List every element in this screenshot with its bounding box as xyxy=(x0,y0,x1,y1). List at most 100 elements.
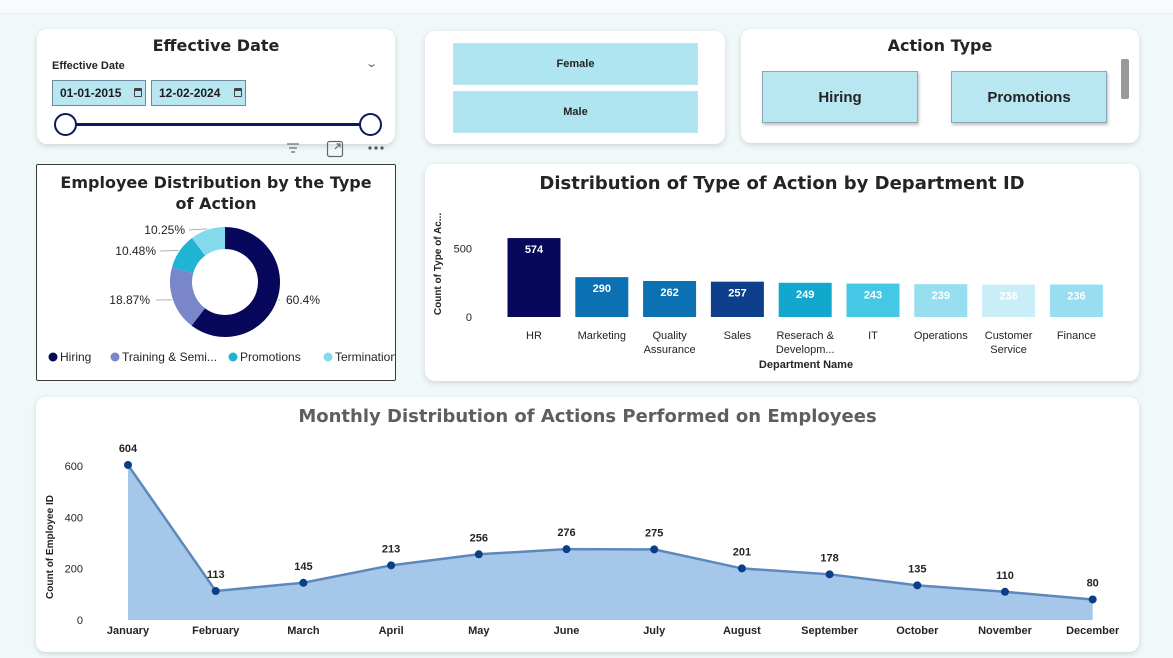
line-y-axis-label: Count of Employee ID xyxy=(45,495,56,599)
action-option-hiring[interactable]: Hiring xyxy=(762,71,918,123)
line-x-tick-label-4: May xyxy=(468,625,490,637)
filter-icon[interactable] xyxy=(284,140,302,159)
line-y-tick-label-0: 0 xyxy=(77,615,83,627)
legend-label-3: Termination xyxy=(335,350,395,364)
bar-data-label-2: 262 xyxy=(660,287,678,299)
line-data-label-2: 145 xyxy=(294,561,312,573)
line-y-tick-label-2: 400 xyxy=(65,512,83,524)
line-point-0 xyxy=(124,460,132,469)
line-data-label-5: 276 xyxy=(557,527,575,539)
line-x-tick-label-7: August xyxy=(723,625,761,637)
donut-slice-1 xyxy=(170,267,206,326)
line-x-tick-label-2: March xyxy=(287,625,320,637)
line-x-tick-label-8: September xyxy=(801,625,859,637)
legend-label-2: Promotions xyxy=(240,350,301,364)
bar-data-label-0: 574 xyxy=(525,244,544,256)
slicer-scrollbar[interactable] xyxy=(1121,59,1129,99)
more-options-icon[interactable] xyxy=(366,140,386,159)
bar-data-label-8: 236 xyxy=(1067,291,1085,303)
date-slicer-title: Effective Date xyxy=(152,36,280,55)
donut-data-label-2: 10.48% xyxy=(115,244,156,258)
line-point-11 xyxy=(1088,595,1097,604)
focus-mode-icon[interactable] xyxy=(326,140,344,161)
bar-x-tick-label-0: HR xyxy=(526,330,542,342)
bar-x-tick-label-1: Marketing xyxy=(578,330,626,342)
date-range-track[interactable] xyxy=(66,123,371,126)
calendar-icon[interactable] xyxy=(234,88,242,97)
line-data-label-1: 113 xyxy=(207,569,225,581)
line-point-3 xyxy=(387,561,396,570)
line-x-tick-label-0: January xyxy=(107,625,150,637)
legend-marker-1 xyxy=(110,352,120,362)
bar-y-tick-label-0: 0 xyxy=(466,312,472,324)
line-point-8 xyxy=(825,570,834,579)
slider-start-handle[interactable] xyxy=(54,113,77,136)
line-point-7 xyxy=(737,564,746,573)
visual-toolbar xyxy=(284,140,394,158)
area-chart: 0 200 400 600 Count of Employee ID 604 January… xyxy=(45,443,1120,637)
bar-data-label-4: 249 xyxy=(796,289,814,301)
donut-slice-2 xyxy=(171,238,206,274)
start-date-value: 01-01-2015 xyxy=(60,86,122,100)
calendar-icon[interactable] xyxy=(134,88,142,97)
line-x-tick-label-9: October xyxy=(896,625,939,637)
line-point-10 xyxy=(1001,587,1009,596)
line-point-9 xyxy=(913,581,922,590)
line-data-label-6: 275 xyxy=(645,527,663,539)
area-fill xyxy=(128,464,1093,620)
end-date-value: 12-02-2024 xyxy=(159,86,221,100)
line-point-1 xyxy=(211,586,220,595)
date-field-label: Effective Date xyxy=(52,60,125,72)
action-type-title: Action Type xyxy=(887,36,993,55)
date-slicer-card: Effective Date Effective Date ⌄ 01-01-20… xyxy=(37,29,395,144)
gender-option-female[interactable]: Female xyxy=(453,43,698,85)
gender-slicer-card: Female Male xyxy=(425,31,725,144)
line-data-label-7: 201 xyxy=(733,546,751,558)
bar-x-tick-label-8: Finance xyxy=(1057,330,1096,342)
donut-leader-line-2 xyxy=(159,250,179,252)
line-chart-card: Monthly Distribution of Actions Performe… xyxy=(36,397,1139,652)
line-data-label-4: 256 xyxy=(470,532,488,544)
donut-chart-card: Employee Distribution by the Type of Act… xyxy=(36,164,396,381)
top-strip xyxy=(0,0,1173,14)
line-data-label-0: 604 xyxy=(119,443,138,455)
line-data-label-8: 178 xyxy=(820,552,838,564)
bar-x-tick-label-3: Sales xyxy=(724,330,752,342)
line-data-label-9: 135 xyxy=(908,563,926,575)
line-x-tick-label-6: July xyxy=(643,625,666,637)
bar-data-label-3: 257 xyxy=(728,288,746,300)
bar-y-axis-label: Count of Type of Ac... xyxy=(433,213,444,315)
gender-option-male[interactable]: Male xyxy=(453,91,698,133)
line-point-5 xyxy=(562,545,571,554)
bar-x-tick-label-7: Customer Service xyxy=(985,330,1033,356)
slider-end-handle[interactable] xyxy=(359,113,382,136)
bar-data-label-7: 236 xyxy=(999,291,1017,303)
bar-chart: 0 500 Count of Type of Ac... 574 HR 290 Market… xyxy=(433,213,1103,371)
donut-chart: 60.4% 18.87% 10.48% 10.25% Hiring Training & … xyxy=(48,223,395,364)
start-date-input[interactable]: 01-01-2015 xyxy=(52,80,146,106)
donut-leader-line-3 xyxy=(188,228,208,231)
bar-x-axis-label: Department Name xyxy=(759,359,853,371)
line-x-tick-label-1: February xyxy=(192,625,240,637)
chevron-down-icon[interactable]: ⌄ xyxy=(365,57,378,70)
line-x-tick-label-11: December xyxy=(1066,625,1120,637)
end-date-input[interactable]: 12-02-2024 xyxy=(151,80,246,106)
donut-data-label-0: 60.4% xyxy=(286,293,320,307)
line-x-tick-label-3: April xyxy=(379,625,404,637)
legend-marker-0 xyxy=(48,352,58,362)
line-data-label-11: 80 xyxy=(1087,577,1099,589)
action-option-promotions[interactable]: Promotions xyxy=(951,71,1107,123)
bar-x-tick-label-2: Quality Assurance xyxy=(644,330,696,356)
legend-label-1: Training & Semi... xyxy=(122,350,217,364)
bar-x-tick-label-4: Reserach & Developm... xyxy=(776,330,835,356)
line-point-2 xyxy=(299,578,308,587)
bar-x-tick-label-6: Operations xyxy=(914,330,968,342)
line-y-tick-label-1: 200 xyxy=(65,564,83,576)
donut-data-label-3: 10.25% xyxy=(144,223,185,237)
line-data-label-10: 110 xyxy=(996,570,1014,582)
bar-data-label-6: 239 xyxy=(932,290,950,302)
donut-slice-3 xyxy=(191,227,226,256)
legend-marker-3 xyxy=(323,352,333,362)
line-x-tick-label-5: June xyxy=(554,625,580,637)
bar-y-tick-label-1: 500 xyxy=(454,243,472,255)
